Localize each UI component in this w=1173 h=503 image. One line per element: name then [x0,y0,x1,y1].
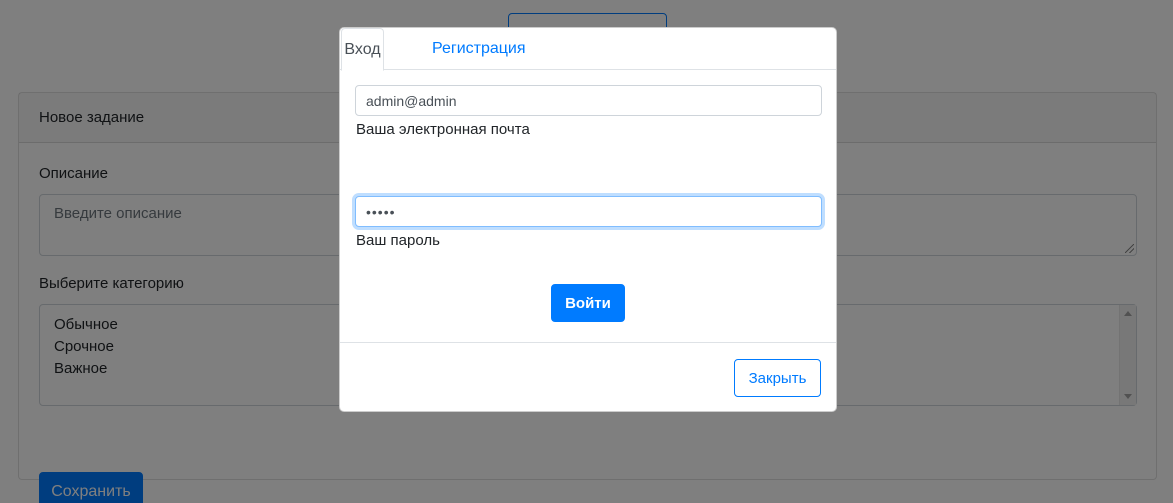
password-help-text: Ваш пароль [356,232,440,249]
login-button[interactable]: Войти [551,284,625,322]
tab-login[interactable]: Вход [341,28,384,71]
modal-footer: Закрыть [340,342,836,412]
modal-body: admin@admin Ваша электронная почта •••••… [340,71,836,342]
email-input[interactable]: admin@admin [355,85,822,116]
auth-tabs: Вход Регистрация [340,28,836,71]
close-button[interactable]: Закрыть [734,359,821,397]
email-help-text: Ваша электронная почта [356,121,530,138]
tab-register[interactable]: Регистрация [416,28,542,71]
password-input[interactable]: ••••• [355,196,822,227]
auth-modal: Вход Регистрация admin@admin Ваша электр… [339,27,837,412]
email-value: admin@admin [366,92,457,109]
password-value: ••••• [366,203,396,220]
